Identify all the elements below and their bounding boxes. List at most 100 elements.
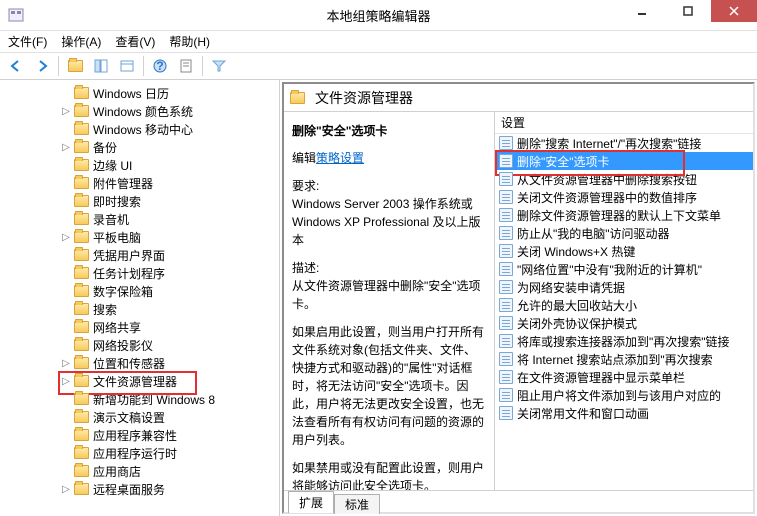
close-button[interactable] [711, 0, 757, 22]
tree-item[interactable]: ▷备份 [0, 138, 279, 156]
tree-item-label: 平板电脑 [93, 229, 141, 246]
tree-item[interactable]: 录音机 [0, 210, 279, 228]
app-icon [8, 7, 24, 23]
setting-label: 关闭文件资源管理器中的数值排序 [517, 189, 697, 206]
expand-icon[interactable]: ▷ [60, 142, 72, 153]
edit-policy-link[interactable]: 策略设置 [316, 151, 364, 165]
tree-item-label: 边缘 UI [93, 157, 132, 174]
navigation-tree[interactable]: Windows 日历▷Windows 颜色系统Windows 移动中心▷备份边缘… [0, 80, 280, 516]
maximize-button[interactable] [665, 0, 711, 22]
tab-extended[interactable]: 扩展 [288, 491, 334, 513]
expand-icon[interactable]: ▷ [60, 484, 72, 495]
setting-label: 阻止用户将文件添加到与该用户对应的 [517, 387, 721, 404]
setting-item[interactable]: 允许的最大回收站大小 [495, 296, 753, 314]
setting-item[interactable]: 关闭文件资源管理器中的数值排序 [495, 188, 753, 206]
setting-label: 从文件资源管理器中删除搜索按钮 [517, 171, 697, 188]
tree-item[interactable]: 边缘 UI [0, 156, 279, 174]
tree-item[interactable]: 网络投影仪 [0, 336, 279, 354]
tree-item[interactable]: 网络共享 [0, 318, 279, 336]
folder-icon [74, 411, 89, 423]
setting-item[interactable]: 关闭外壳协议保护模式 [495, 314, 753, 332]
tree-item[interactable]: 凭据用户界面 [0, 246, 279, 264]
tree-item[interactable]: 搜索 [0, 300, 279, 318]
tree-item[interactable]: Windows 日历 [0, 84, 279, 102]
menu-action[interactable]: 操作(A) [61, 33, 101, 50]
description-text-1: 从文件资源管理器中删除"安全"选项卡。 [292, 279, 481, 311]
expand-icon[interactable]: ▷ [60, 376, 72, 387]
tree-item[interactable]: 数字保险箱 [0, 282, 279, 300]
tree-item[interactable]: ▷ 文件资源管理器 [0, 372, 279, 390]
expand-icon[interactable]: ▷ [60, 232, 72, 243]
setting-item[interactable]: 删除"安全"选项卡 [495, 152, 753, 170]
folder-icon [74, 195, 89, 207]
tree-item-label: 网络共享 [93, 319, 141, 336]
setting-item[interactable]: 删除"搜索 Internet"/"再次搜索"链接 [495, 134, 753, 152]
folder-icon [74, 249, 89, 261]
folder-icon [74, 393, 89, 405]
filter-button[interactable] [207, 54, 231, 78]
tree-item[interactable]: 附件管理器 [0, 174, 279, 192]
expand-icon[interactable]: ▷ [60, 358, 72, 369]
setting-item[interactable]: 阻止用户将文件添加到与该用户对应的 [495, 386, 753, 404]
setting-item[interactable]: 删除文件资源管理器的默认上下文菜单 [495, 206, 753, 224]
tree-item[interactable]: ▷ 平板电脑 [0, 228, 279, 246]
tree-item[interactable]: 任务计划程序 [0, 264, 279, 282]
tree-item-label: 文件资源管理器 [93, 373, 177, 390]
tree-item[interactable]: 即时搜索 [0, 192, 279, 210]
policy-icon [499, 316, 513, 330]
menu-file[interactable]: 文件(F) [8, 33, 47, 50]
setting-label: "网络位置"中没有"我附近的计算机" [517, 261, 702, 278]
folder-icon [74, 267, 89, 279]
setting-item[interactable]: 将 Internet 搜索站点添加到"再次搜索 [495, 350, 753, 368]
properties-button[interactable] [174, 54, 198, 78]
up-button[interactable] [63, 54, 87, 78]
tree-item[interactable]: 应用程序运行时 [0, 444, 279, 462]
folder-icon [74, 483, 89, 495]
setting-item[interactable]: 将库或搜索连接器添加到"再次搜索"链接 [495, 332, 753, 350]
folder-icon [74, 429, 89, 441]
setting-item[interactable]: 为网络安装申请凭据 [495, 278, 753, 296]
policy-icon [499, 154, 513, 168]
tree-item-label: 数字保险箱 [93, 283, 153, 300]
tree-item[interactable]: ▷ 远程桌面服务 [0, 480, 279, 498]
column-setting[interactable]: 设置 [501, 114, 753, 131]
tree-item-label: 演示文稿设置 [93, 409, 165, 426]
setting-label: 为网络安装申请凭据 [517, 279, 625, 296]
folder-icon [74, 321, 89, 333]
tree-item[interactable]: Windows 移动中心 [0, 120, 279, 138]
setting-item[interactable]: 在文件资源管理器中显示菜单栏 [495, 368, 753, 386]
tree-item[interactable]: 新增功能到 Windows 8 [0, 390, 279, 408]
tree-item-label: 网络投影仪 [93, 337, 153, 354]
setting-item[interactable]: "网络位置"中没有"我附近的计算机" [495, 260, 753, 278]
menu-view[interactable]: 查看(V) [115, 33, 155, 50]
tree-item[interactable]: 应用商店 [0, 462, 279, 480]
policy-icon [499, 352, 513, 366]
toolbar: ? [0, 52, 757, 80]
tree-item[interactable]: 应用程序兼容性 [0, 426, 279, 444]
setting-item[interactable]: 防止从"我的电脑"访问驱动器 [495, 224, 753, 242]
tree-item[interactable]: ▷Windows 颜色系统 [0, 102, 279, 120]
show-hide-tree-button[interactable] [89, 54, 113, 78]
setting-label: 删除"搜索 Internet"/"再次搜索"链接 [517, 135, 701, 152]
tab-standard[interactable]: 标准 [334, 494, 380, 514]
expand-icon[interactable]: ▷ [60, 106, 72, 117]
folder-icon [74, 357, 89, 369]
export-button[interactable] [115, 54, 139, 78]
tree-item[interactable]: 演示文稿设置 [0, 408, 279, 426]
back-button[interactable] [4, 54, 28, 78]
content-body: 删除"安全"选项卡 编辑策略设置 要求:Windows Server 2003 … [284, 112, 753, 490]
setting-label: 关闭常用文件和窗口动画 [517, 405, 649, 422]
forward-button[interactable] [30, 54, 54, 78]
tree-item-label: 远程桌面服务 [93, 481, 165, 498]
minimize-button[interactable] [619, 0, 665, 22]
setting-item[interactable]: 关闭 Windows+X 热键 [495, 242, 753, 260]
tree-item-label: 应用商店 [93, 463, 141, 480]
main-area: Windows 日历▷Windows 颜色系统Windows 移动中心▷备份边缘… [0, 80, 757, 516]
setting-item[interactable]: 从文件资源管理器中删除搜索按钮 [495, 170, 753, 188]
settings-list[interactable]: 删除"搜索 Internet"/"再次搜索"链接删除"安全"选项卡从文件资源管理… [495, 134, 753, 490]
help-button[interactable]: ? [148, 54, 172, 78]
setting-item[interactable]: 关闭常用文件和窗口动画 [495, 404, 753, 422]
menu-help[interactable]: 帮助(H) [169, 33, 210, 50]
list-header[interactable]: 设置 [495, 112, 753, 134]
tree-item[interactable]: ▷位置和传感器 [0, 354, 279, 372]
